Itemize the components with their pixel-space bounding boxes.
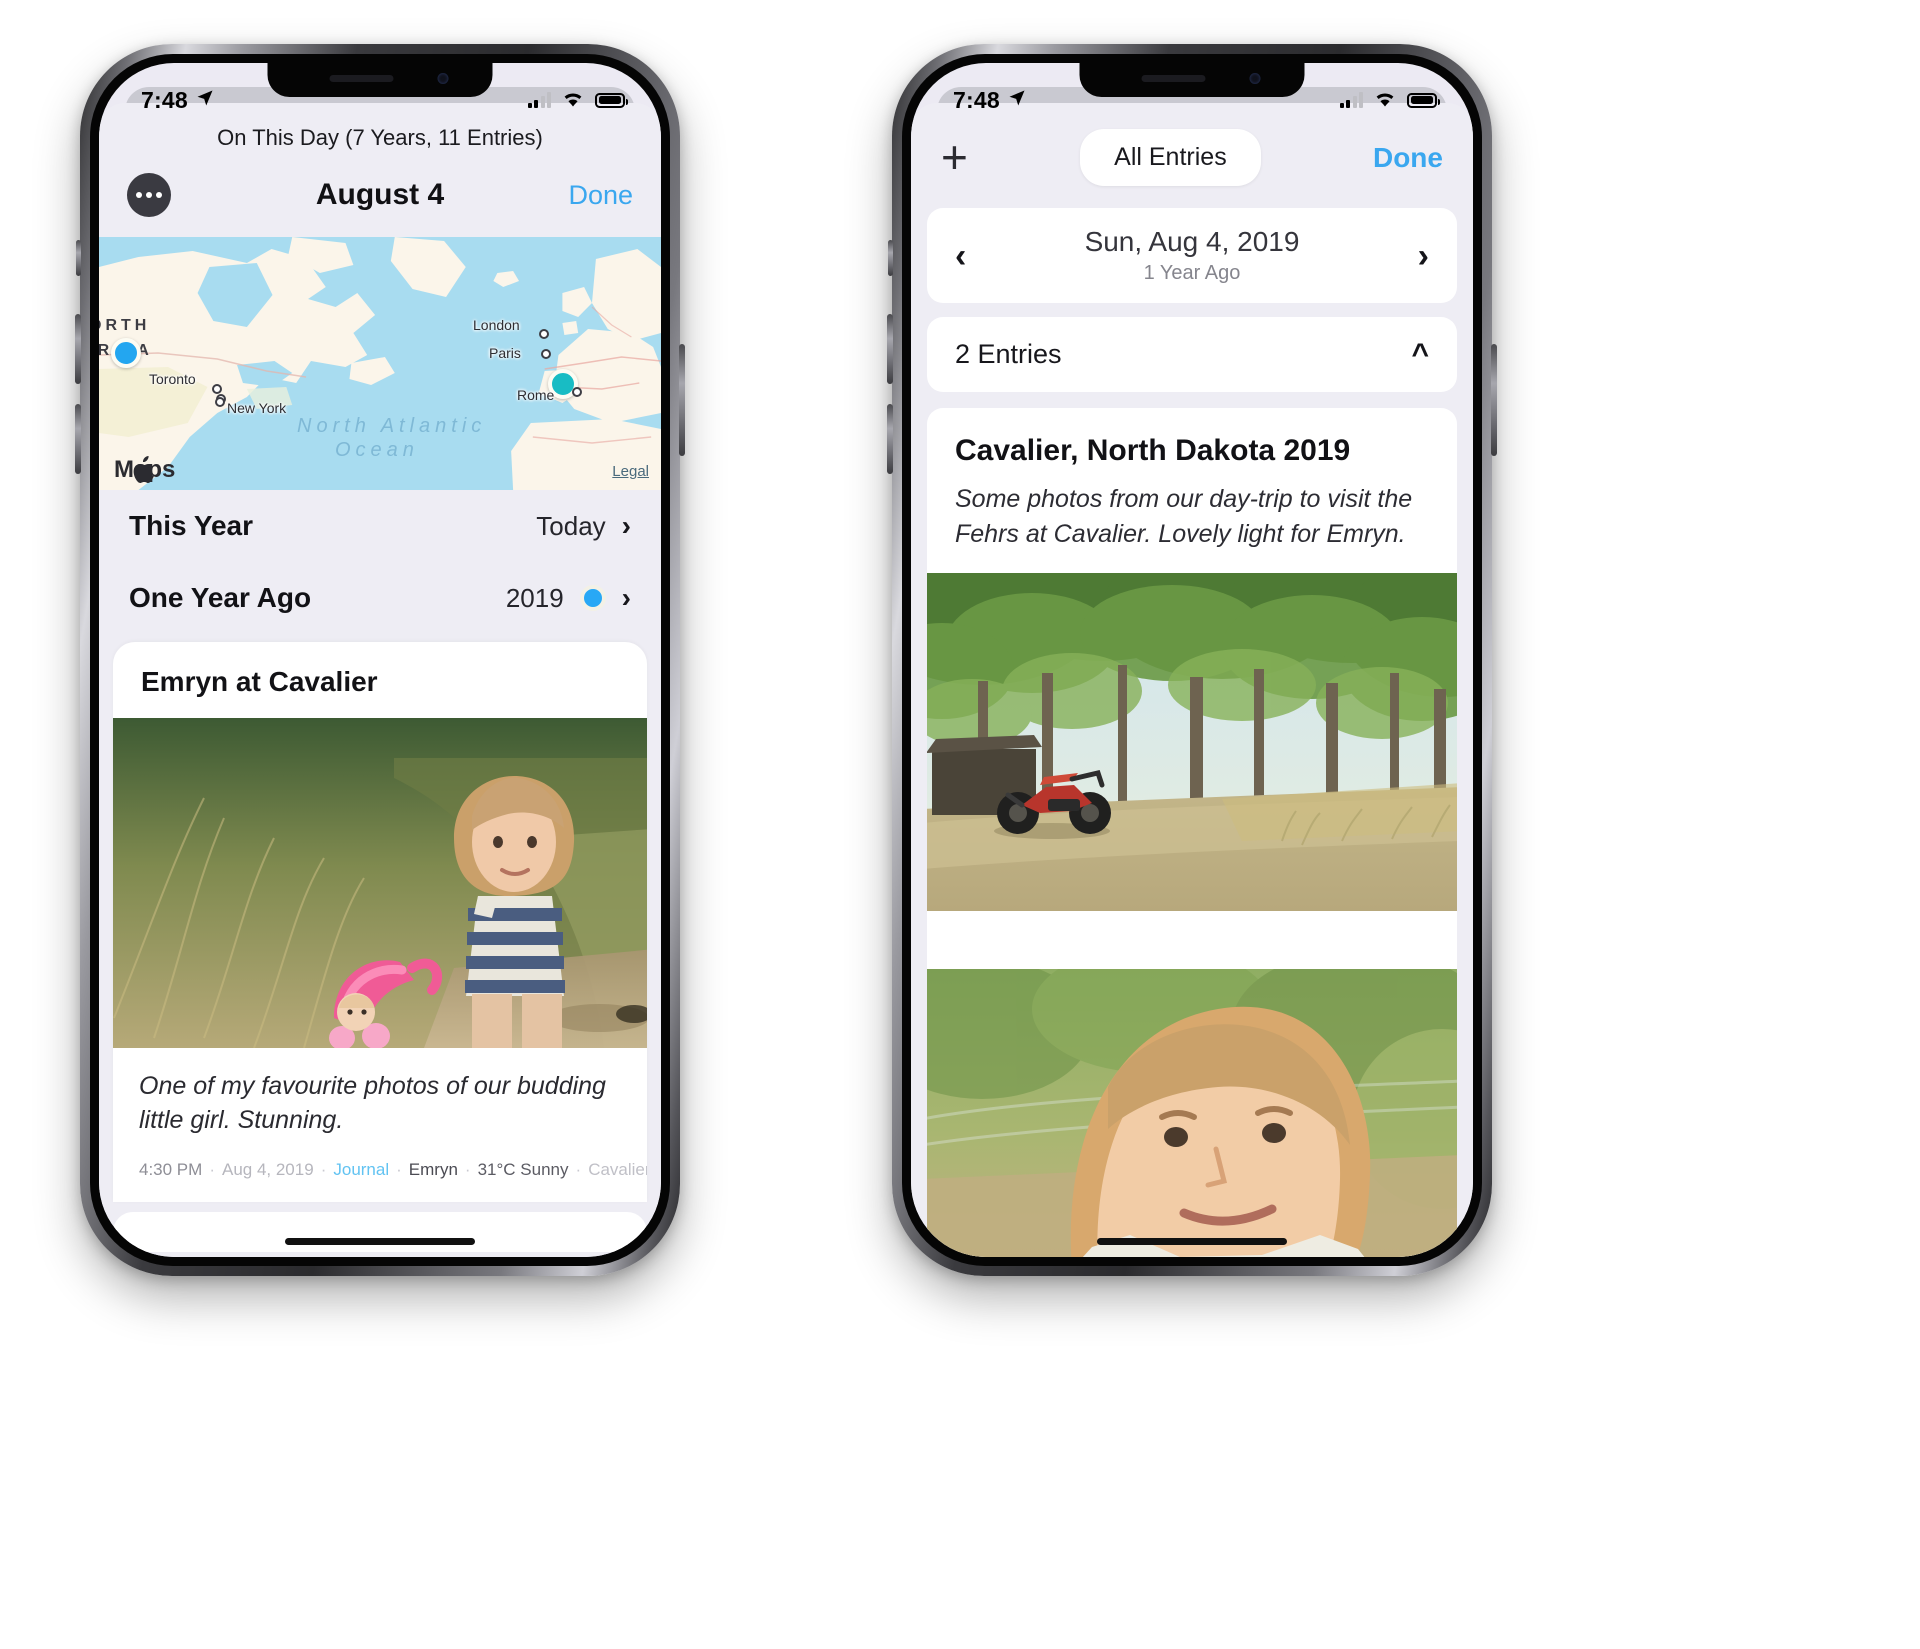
volume-down-button[interactable]	[75, 404, 81, 474]
map-label-toronto: Toronto	[149, 371, 196, 387]
more-dots-icon[interactable]	[127, 173, 171, 217]
left-phone-device: 7:48 On This Day (7 Years, 11 Entries) A…	[75, 44, 685, 1276]
cellular-bars-icon	[527, 92, 551, 108]
next-entry-card-peek[interactable]	[113, 1211, 647, 1252]
entry-card[interactable]: Cavalier, North Dakota 2019 Some photos …	[927, 408, 1457, 1257]
ocean-label-line2: Ocean	[335, 439, 419, 461]
photo-divider	[927, 911, 1457, 969]
location-arrow-icon	[1007, 87, 1027, 114]
power-button[interactable]	[679, 344, 685, 456]
row-this-year[interactable]: This Year Today ›	[99, 490, 661, 562]
location-arrow-icon	[195, 87, 215, 114]
legal-link[interactable]: Legal	[612, 463, 649, 480]
entry-metadata: 4:30 PM · Aug 4, 2019 · Journal · Emryn …	[113, 1148, 647, 1202]
left-phone-bezel: 7:48 On This Day (7 Years, 11 Entries) A…	[90, 54, 670, 1266]
entry-card[interactable]: Emryn at Cavalier One of my favourite ph…	[113, 642, 647, 1202]
meta-weather: 31°C Sunny	[477, 1159, 569, 1179]
all-entries-filter-button[interactable]: All Entries	[1080, 129, 1261, 186]
meta-separator: ·	[464, 1159, 471, 1179]
entry-photo-toddler-closeup[interactable]	[927, 969, 1457, 1257]
ocean-label-line1: North Atlantic	[297, 415, 487, 437]
meta-place: Cavalier, ND	[588, 1159, 647, 1179]
left-phone-screen: 7:48 On This Day (7 Years, 11 Entries) A…	[99, 63, 661, 1257]
apple-maps-attribution: Maps	[113, 456, 175, 484]
right-phone-device: 7:48 + All Entries Done ‹ Sun, Aug 4, 20…	[887, 44, 1497, 1276]
earpiece-speaker	[329, 75, 394, 82]
meta-separator: ·	[209, 1159, 215, 1179]
entry-title: Cavalier, North Dakota 2019	[955, 434, 1351, 467]
unread-dot-indicator	[579, 585, 606, 611]
done-button[interactable]: Done	[1373, 142, 1443, 174]
volume-down-button[interactable]	[887, 404, 893, 474]
row-this-year-label: This Year	[129, 510, 254, 541]
date-navigator-date: Sun, Aug 4, 2019	[1084, 226, 1300, 257]
city-marker-rome	[572, 387, 582, 397]
map-label-london: London	[473, 317, 520, 333]
meta-separator: ·	[396, 1159, 402, 1179]
chevron-right-icon: ›	[621, 510, 631, 541]
wifi-icon	[560, 87, 586, 114]
entry-title: Emryn at Cavalier	[141, 666, 378, 697]
chevron-up-icon[interactable]: ^	[1411, 339, 1429, 370]
entry-photo-toddler-with-stroller[interactable]	[113, 718, 647, 1048]
right-status-time: 7:48	[953, 86, 1000, 113]
mute-switch[interactable]	[888, 240, 893, 276]
done-button[interactable]: Done	[568, 180, 633, 211]
city-marker-new-york	[215, 397, 225, 407]
chevron-right-icon[interactable]: ›	[1418, 239, 1429, 273]
on-this-day-sheet: On This Day (7 Years, 11 Entries) August…	[99, 103, 661, 1257]
chevron-right-icon: ›	[621, 582, 631, 613]
left-navbar: August 4 Done	[99, 151, 661, 237]
mute-switch[interactable]	[76, 240, 81, 276]
meta-separator: ·	[320, 1159, 327, 1179]
meta-person: Emryn	[408, 1159, 458, 1179]
city-marker-paris	[541, 349, 551, 359]
pin-north-america[interactable]	[111, 338, 141, 368]
entries-count-header[interactable]: 2 Entries ^	[927, 317, 1457, 392]
meta-time: 4:30 PM	[139, 1159, 203, 1179]
map-label-paris: Paris	[489, 345, 521, 361]
meta-separator: ·	[575, 1159, 582, 1179]
meta-date: Aug 4, 2019	[221, 1159, 314, 1179]
row-one-year-ago-value: 2019	[505, 582, 564, 613]
volume-up-button[interactable]	[75, 314, 81, 384]
row-one-year-ago-label: One Year Ago	[129, 582, 312, 613]
notch	[1079, 63, 1305, 97]
entry-photo-motorcycle-in-trees[interactable]	[927, 573, 1457, 911]
map-label-new-york: New York	[227, 400, 287, 416]
city-marker-toronto	[212, 384, 222, 394]
map-label-rome: Rome	[517, 387, 555, 403]
right-phone-screen: 7:48 + All Entries Done ‹ Sun, Aug 4, 20…	[911, 63, 1473, 1257]
front-camera	[1249, 73, 1261, 84]
chevron-left-icon[interactable]: ‹	[955, 239, 966, 273]
city-marker-london	[539, 329, 549, 339]
entry-caption: One of my favourite photos of our buddin…	[139, 1072, 606, 1134]
home-indicator[interactable]	[1097, 1238, 1287, 1245]
front-camera	[437, 73, 449, 84]
row-this-year-value: Today	[536, 510, 606, 541]
notch	[267, 63, 493, 97]
meta-journal[interactable]: Journal	[333, 1160, 389, 1180]
power-button[interactable]	[1491, 344, 1497, 456]
wifi-icon	[1372, 87, 1398, 114]
all-entries-sheet: + All Entries Done ‹ Sun, Aug 4, 2019 1 …	[911, 103, 1473, 1257]
map-label-north: ORTH	[99, 317, 151, 334]
row-one-year-ago[interactable]: One Year Ago 2019 ›	[99, 562, 661, 634]
battery-icon	[1407, 92, 1440, 108]
battery-icon	[595, 92, 628, 108]
cellular-bars-icon	[1339, 92, 1363, 108]
entry-description: Some photos from our day-trip to visit t…	[955, 485, 1413, 548]
map-view[interactable]: ORTH ERICA Toronto New York London Paris	[99, 237, 661, 490]
left-status-time: 7:48	[141, 86, 188, 113]
home-indicator[interactable]	[285, 1238, 475, 1245]
date-navigator: ‹ Sun, Aug 4, 2019 1 Year Ago ›	[927, 208, 1457, 303]
plus-icon[interactable]: +	[941, 134, 968, 180]
earpiece-speaker	[1141, 75, 1206, 82]
volume-up-button[interactable]	[887, 314, 893, 384]
right-phone-bezel: 7:48 + All Entries Done ‹ Sun, Aug 4, 20…	[902, 54, 1482, 1266]
entries-count-label: 2 Entries	[955, 339, 1062, 369]
screenshot-canvas: 7:48 On This Day (7 Years, 11 Entries) A…	[0, 0, 1920, 1649]
date-navigator-relative: 1 Year Ago	[1143, 262, 1241, 284]
